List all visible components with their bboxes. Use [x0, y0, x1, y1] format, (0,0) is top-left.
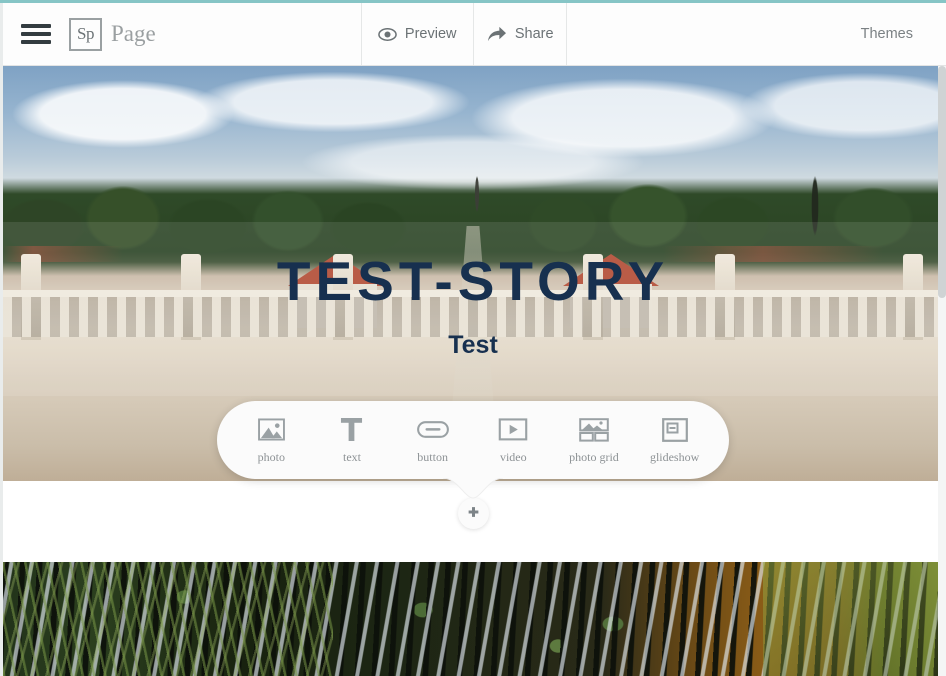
header-spacer-right: [567, 3, 861, 65]
second-photo-section[interactable]: [3, 562, 943, 676]
glideshow-icon: [661, 416, 688, 444]
insert-photo-grid-button[interactable]: photo grid: [558, 416, 630, 465]
preview-label: Preview: [404, 26, 457, 42]
hero-title[interactable]: TEST-STORY: [277, 254, 669, 309]
themes-button[interactable]: Themes: [861, 3, 946, 65]
menu-button[interactable]: [3, 3, 69, 65]
window-left-edge: [0, 3, 3, 676]
insert-button-button[interactable]: button: [397, 416, 469, 465]
spark-logo-icon: Sp: [69, 17, 102, 51]
insert-video-label: video: [499, 449, 527, 464]
header-spacer-left: [176, 3, 361, 65]
insert-glideshow-button[interactable]: glideshow: [639, 416, 711, 465]
hamburger-icon: [21, 20, 51, 48]
plus-icon: [468, 507, 478, 517]
spark-page-editor: Sp Page Preview Share Themes TEST-STORY …: [0, 0, 946, 676]
eye-icon: [378, 25, 397, 44]
browser-accent-bar: [0, 0, 946, 3]
insert-glideshow-label: glideshow: [649, 449, 700, 464]
photo-grid-icon: [579, 416, 609, 444]
button-pill-icon: [416, 416, 449, 444]
insert-text-button[interactable]: text: [316, 416, 388, 465]
share-label: Share: [514, 26, 554, 42]
scrollbar-thumb[interactable]: [938, 66, 946, 298]
preview-button[interactable]: Preview: [360, 3, 473, 65]
brand[interactable]: Sp Page: [69, 3, 176, 65]
moss-bank: [763, 562, 943, 676]
hero-subtitle[interactable]: Test: [448, 331, 498, 360]
app-title: Page: [111, 21, 156, 46]
photo-icon: [257, 416, 285, 444]
insert-button-label: button: [417, 449, 448, 464]
grass-foreground: [3, 562, 333, 676]
app-header: Sp Page Preview Share Themes: [3, 3, 946, 66]
insert-text-label: text: [342, 449, 361, 464]
video-play-icon: [498, 416, 528, 444]
insert-photo-label: photo: [257, 449, 285, 464]
insert-toolbar: photo text button video photo grid glide…: [217, 401, 729, 479]
insert-photo-grid-label: photo grid: [569, 449, 619, 464]
insert-photo-button[interactable]: photo: [235, 416, 307, 465]
insert-video-button[interactable]: video: [477, 416, 549, 465]
themes-label: Themes: [860, 26, 913, 42]
add-block-button[interactable]: [457, 498, 489, 529]
share-button[interactable]: Share: [472, 3, 566, 65]
share-arrow-icon: [486, 25, 507, 44]
text-t-icon: [340, 416, 363, 444]
